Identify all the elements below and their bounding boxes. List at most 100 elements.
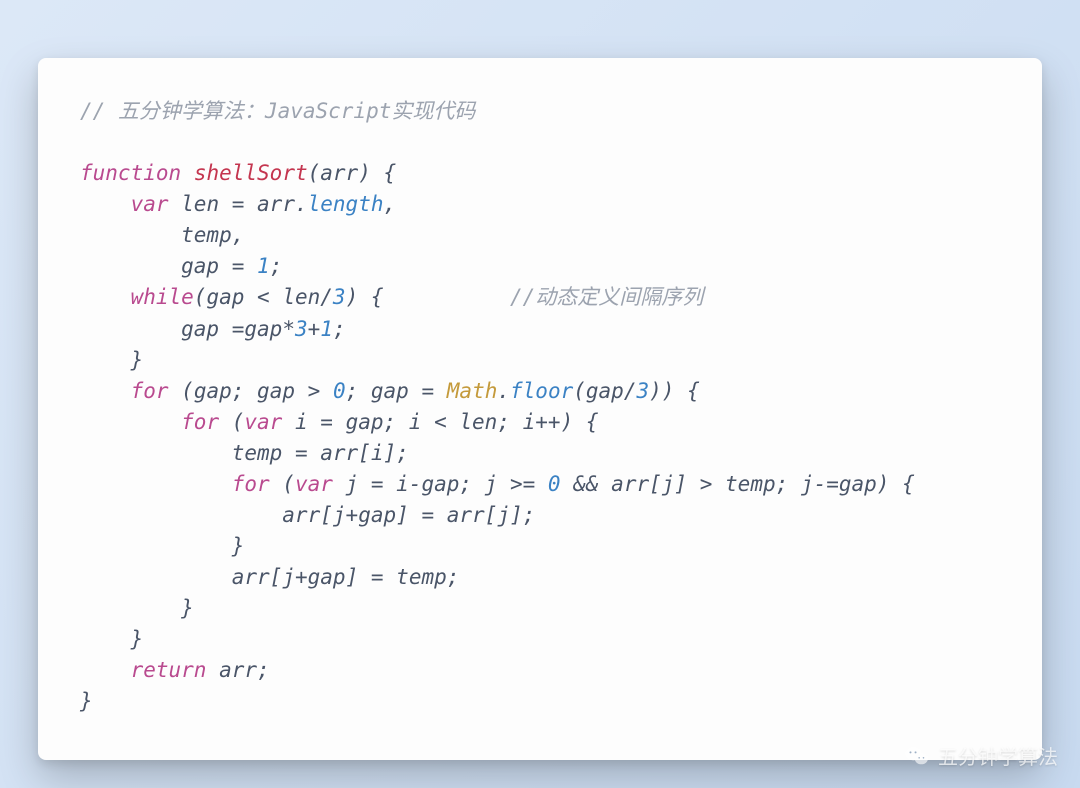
code-token: [ bbox=[320, 503, 333, 527]
code-token: for bbox=[232, 472, 270, 496]
code-token: / bbox=[320, 285, 333, 309]
code-token: while bbox=[131, 285, 194, 309]
code-token: return bbox=[131, 658, 207, 682]
code-token: < bbox=[434, 410, 447, 434]
code-token: ] bbox=[674, 472, 687, 496]
code-token: gap bbox=[206, 285, 257, 309]
code-token: for bbox=[131, 379, 169, 403]
code-token: && bbox=[573, 472, 598, 496]
code-token: gap bbox=[244, 317, 282, 341]
code-token: 3 bbox=[636, 379, 649, 403]
code-token: len bbox=[447, 410, 498, 434]
code-card: // 五分钟学算法：JavaScript实现代码 function shellS… bbox=[38, 58, 1042, 760]
code-token bbox=[244, 254, 257, 278]
code-token bbox=[80, 192, 131, 216]
code-token: i bbox=[383, 472, 408, 496]
code-token: //动态定义间隔序列 bbox=[510, 285, 703, 309]
code-token: gap bbox=[194, 379, 232, 403]
code-token: gap bbox=[358, 503, 396, 527]
code-token: arr bbox=[244, 192, 295, 216]
code-token: / bbox=[624, 379, 637, 403]
code-token: >= bbox=[510, 472, 535, 496]
code-token: arr bbox=[80, 565, 270, 589]
code-token: ) bbox=[877, 472, 890, 496]
code-token: function bbox=[80, 161, 181, 185]
code-token: ; bbox=[346, 379, 371, 403]
code-block: // 五分钟学算法：JavaScript实现代码 function shellS… bbox=[80, 96, 1000, 718]
code-token bbox=[80, 379, 131, 403]
code-token: ; bbox=[447, 565, 460, 589]
code-token: gap bbox=[371, 379, 422, 403]
code-token: = bbox=[371, 472, 384, 496]
watermark: 五分钟学算法 bbox=[904, 741, 1058, 770]
code-token: { bbox=[358, 285, 510, 309]
code-token: var bbox=[244, 410, 282, 434]
code-token: gap bbox=[80, 317, 232, 341]
code-token: temp bbox=[384, 565, 447, 589]
code-token: gap bbox=[308, 565, 346, 589]
code-token: } bbox=[80, 348, 143, 372]
code-token: [ bbox=[649, 472, 662, 496]
code-token bbox=[80, 285, 131, 309]
code-token: arr bbox=[434, 503, 485, 527]
code-token: j bbox=[485, 472, 510, 496]
code-token bbox=[535, 472, 548, 496]
code-token: 1 bbox=[320, 317, 333, 341]
code-token bbox=[358, 565, 371, 589]
code-token: ; bbox=[459, 472, 484, 496]
code-token: { bbox=[889, 472, 914, 496]
code-token: . bbox=[497, 379, 510, 403]
code-token: ] bbox=[383, 441, 396, 465]
code-token: = bbox=[295, 441, 308, 465]
code-token: ) bbox=[561, 410, 574, 434]
code-token: j bbox=[801, 472, 814, 496]
code-token: ( bbox=[270, 472, 295, 496]
code-token: ] bbox=[396, 503, 409, 527]
code-token bbox=[434, 379, 447, 403]
code-token: + bbox=[346, 503, 359, 527]
code-token: j bbox=[333, 503, 346, 527]
code-token: * bbox=[282, 317, 295, 341]
code-token: ; bbox=[257, 658, 270, 682]
code-token: for bbox=[181, 410, 219, 434]
code-token: [ bbox=[270, 565, 283, 589]
code-token: j bbox=[662, 472, 675, 496]
wechat-icon bbox=[904, 743, 930, 769]
code-token bbox=[181, 161, 194, 185]
code-token bbox=[409, 503, 422, 527]
code-token: j bbox=[282, 565, 295, 589]
code-token: ; bbox=[396, 441, 409, 465]
code-token: len bbox=[169, 192, 232, 216]
code-token bbox=[80, 658, 131, 682]
code-token: i bbox=[282, 410, 320, 434]
code-token: shellSort bbox=[194, 161, 308, 185]
code-token: ; bbox=[497, 410, 522, 434]
code-token: j bbox=[333, 472, 371, 496]
code-token: . bbox=[295, 192, 308, 216]
code-token: ( bbox=[219, 410, 244, 434]
code-token: arr bbox=[320, 161, 358, 185]
code-token: j bbox=[497, 503, 510, 527]
code-token: , bbox=[383, 192, 396, 216]
code-token: ) bbox=[346, 285, 359, 309]
code-token: } bbox=[80, 596, 194, 620]
code-token bbox=[687, 472, 700, 496]
code-token: gap bbox=[257, 379, 308, 403]
code-token: = bbox=[421, 379, 434, 403]
code-token: i bbox=[371, 441, 384, 465]
code-token: i bbox=[523, 410, 536, 434]
code-token: = bbox=[421, 503, 434, 527]
code-token: { bbox=[371, 161, 396, 185]
code-token: gap bbox=[586, 379, 624, 403]
code-token bbox=[80, 472, 232, 496]
code-token: var bbox=[295, 472, 333, 496]
code-token: > bbox=[700, 472, 713, 496]
code-token: ; bbox=[270, 254, 283, 278]
code-token: gap bbox=[421, 472, 459, 496]
code-token: Math bbox=[447, 379, 498, 403]
code-token: > bbox=[308, 379, 321, 403]
code-token: ++ bbox=[535, 410, 560, 434]
code-token: } bbox=[80, 627, 143, 651]
code-token: gap bbox=[333, 410, 384, 434]
code-token: ] bbox=[510, 503, 523, 527]
